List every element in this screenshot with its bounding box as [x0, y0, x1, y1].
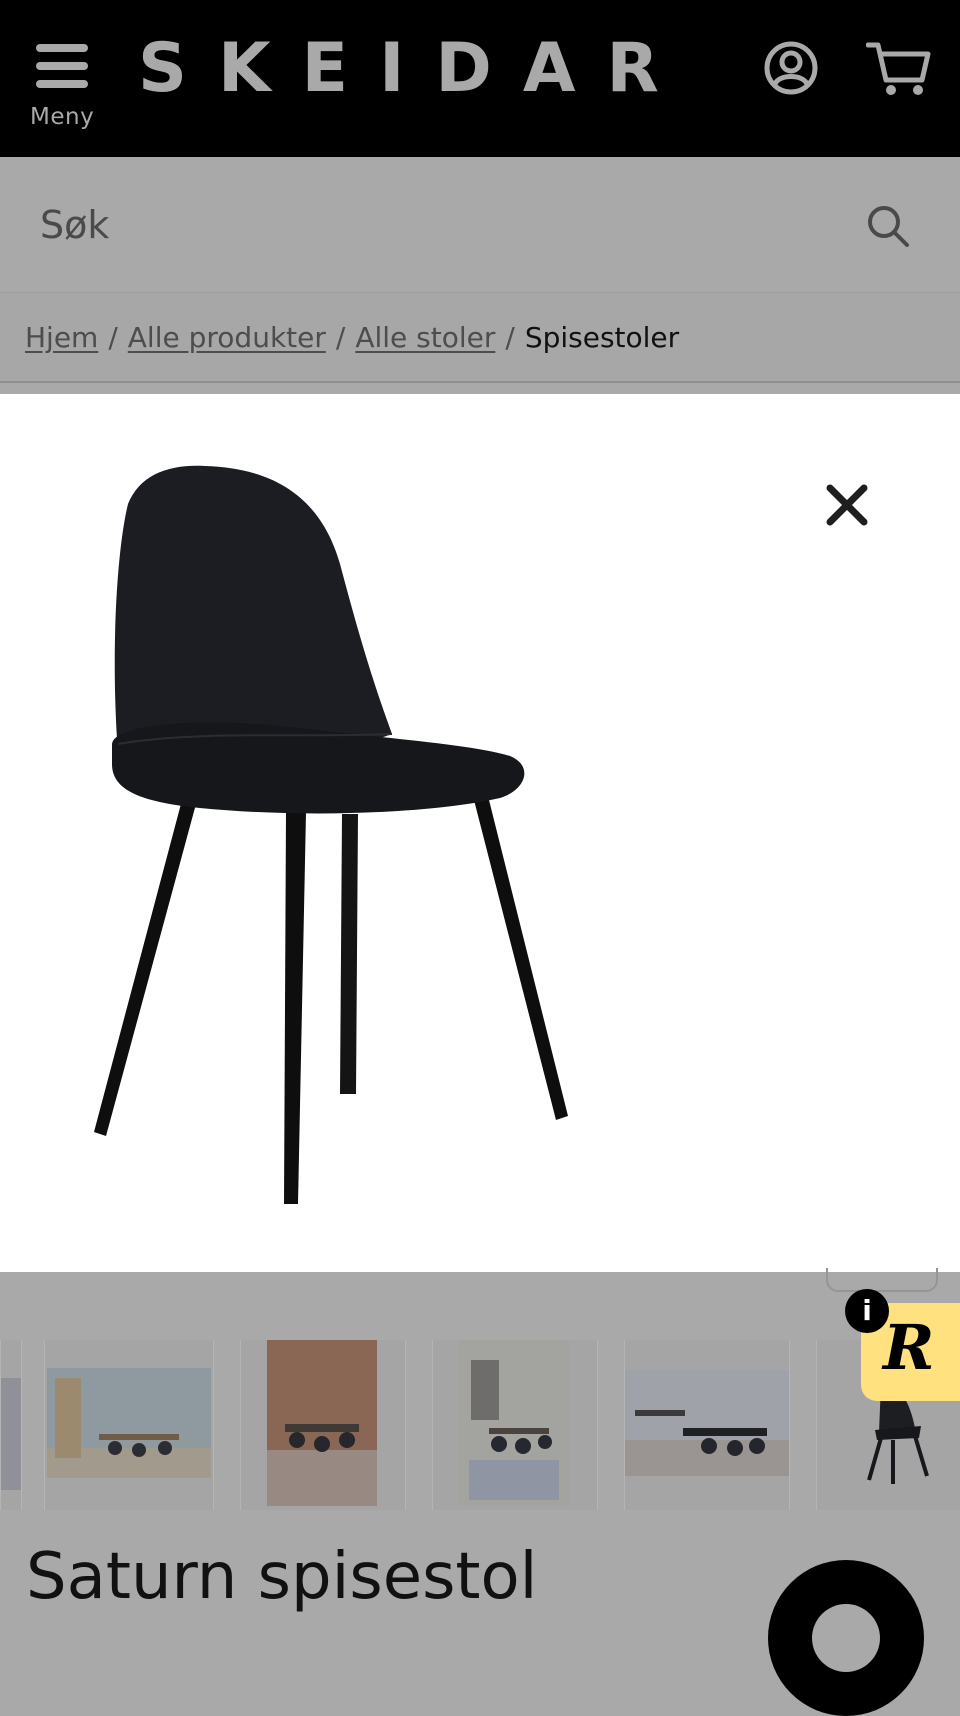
breadcrumb-link-all-chairs[interactable]: Alle stoler [355, 321, 495, 354]
menu-label: Meny [30, 104, 95, 130]
shopping-cart-icon[interactable] [865, 40, 932, 98]
search-input[interactable] [40, 197, 800, 253]
search-bar [0, 157, 960, 290]
breadcrumb-band: Hjem / Alle produkter / Alle stoler / Spisesto… [0, 292, 960, 383]
image-lightbox [0, 394, 960, 1272]
thumbnail[interactable] [432, 1340, 598, 1510]
logo[interactable]: SKEIDAR [138, 34, 690, 104]
breadcrumb-separator: / [505, 321, 515, 354]
site-header: Meny SKEIDAR [0, 0, 960, 157]
breadcrumb-separator: / [108, 321, 118, 354]
product-title: Saturn spisestol [26, 1540, 538, 1614]
thumbnail[interactable] [240, 1340, 406, 1510]
hamburger-icon-bar [36, 44, 88, 52]
thumbnail-image [47, 1368, 211, 1478]
thumbnail[interactable] [0, 1340, 22, 1510]
breadcrumb: Hjem / Alle produkter / Alle stoler / Spisesto… [25, 321, 679, 354]
thumbnail-image [267, 1340, 377, 1506]
thumbnail-strip [0, 1330, 960, 1510]
info-icon[interactable]: i [845, 1289, 889, 1333]
hamburger-icon-bar [36, 80, 88, 88]
chat-button[interactable] [768, 1560, 924, 1716]
breadcrumb-separator: / [335, 321, 346, 354]
breadcrumb-current: Spisestoler [524, 321, 680, 354]
thumbnail-image [1, 1378, 21, 1490]
menu-button[interactable]: Meny [28, 38, 98, 138]
thumbnail[interactable] [624, 1340, 790, 1510]
thumbnail-image [459, 1340, 569, 1506]
breadcrumb-link-home[interactable]: Hjem [25, 321, 98, 354]
close-icon[interactable] [822, 480, 872, 530]
hamburger-icon-bar [36, 62, 88, 70]
hidden-tab-edge [826, 1268, 938, 1292]
chat-icon [812, 1604, 880, 1672]
thumbnail-image [625, 1370, 789, 1476]
user-circle-icon[interactable] [763, 40, 819, 96]
search-icon[interactable] [866, 204, 910, 248]
breadcrumb-link-all-products[interactable]: Alle produkter [128, 321, 326, 354]
product-image [94, 465, 568, 1204]
thumbnail[interactable] [44, 1340, 214, 1510]
review-badge-letter: R [883, 1311, 935, 1384]
